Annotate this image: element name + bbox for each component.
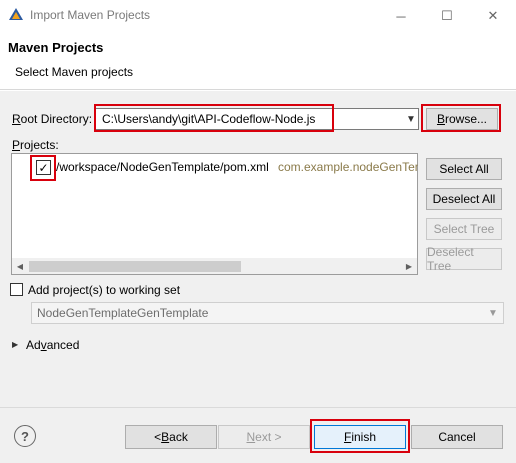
page-title: Maven Projects	[8, 40, 104, 55]
working-set-checkbox[interactable]	[10, 283, 23, 296]
maximize-button[interactable]: ☐	[424, 0, 470, 32]
working-set-value: NodeGenTemplateGenTemplate	[37, 306, 209, 320]
chevron-down-icon[interactable]: ▼	[404, 110, 418, 128]
projects-label: Projects:	[12, 138, 59, 152]
select-all-button[interactable]: Select All	[426, 158, 502, 180]
root-directory-label: Root Directory:	[12, 112, 93, 126]
scroll-right-icon[interactable]: ▶	[402, 259, 416, 273]
project-artifact-id: com.example.nodeGenTemplate	[278, 160, 418, 174]
expand-arrow-icon[interactable]: ▶	[12, 340, 18, 349]
eclipse-app-icon	[9, 8, 23, 22]
scrollbar-thumb[interactable]	[29, 261, 241, 272]
deselect-tree-button[interactable]: Deselect Tree	[426, 245, 502, 273]
highlight-box	[421, 104, 501, 132]
highlight-box	[94, 104, 334, 132]
window-title: Import Maven Projects	[30, 8, 151, 22]
highlight-box	[310, 419, 410, 453]
highlight-box	[30, 155, 56, 181]
chevron-down-icon[interactable]: ▼	[486, 305, 500, 321]
back-button[interactable]: < Back	[125, 425, 217, 449]
scroll-left-icon[interactable]: ◀	[13, 259, 27, 273]
project-path[interactable]: /workspace/NodeGenTemplate/pom.xml	[56, 160, 269, 174]
page-subtitle: Select Maven projects	[15, 65, 134, 79]
close-button[interactable]: ✕	[470, 0, 516, 32]
cancel-button[interactable]: Cancel	[411, 425, 503, 449]
select-tree-button[interactable]: Select Tree	[426, 218, 502, 240]
help-icon[interactable]: ?	[14, 425, 36, 447]
advanced-toggle[interactable]: Advanced	[26, 338, 79, 352]
deselect-all-button[interactable]: Deselect All	[426, 188, 502, 210]
working-set-label[interactable]: Add project(s) to working set	[28, 283, 180, 297]
next-button[interactable]: Next >	[218, 425, 310, 449]
minimize-button[interactable]: ─	[378, 0, 424, 32]
